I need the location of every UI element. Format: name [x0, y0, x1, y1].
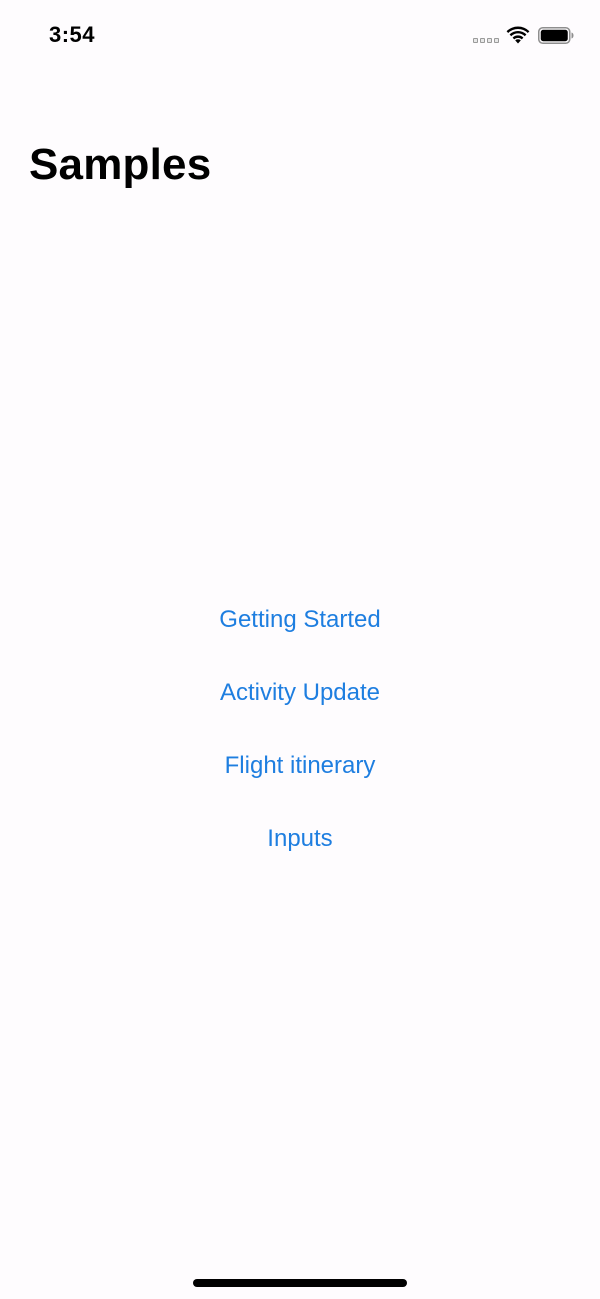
cellular-signal-icon — [473, 38, 501, 44]
activity-update-link[interactable]: Activity Update — [220, 673, 380, 746]
status-bar: 3:54 — [0, 0, 600, 72]
inputs-link[interactable]: Inputs — [267, 819, 332, 892]
flight-itinerary-link[interactable]: Flight itinerary — [225, 746, 376, 819]
battery-icon — [538, 27, 574, 44]
status-time: 3:54 — [49, 22, 96, 47]
app-screen: 3:54 Samples Getting Started Activity Up… — [0, 0, 600, 1299]
samples-menu: Getting Started Activity Update Flight i… — [0, 600, 600, 892]
getting-started-link[interactable]: Getting Started — [219, 600, 380, 673]
page-title: Samples — [29, 140, 212, 189]
home-indicator[interactable] — [193, 1279, 407, 1287]
wifi-icon — [506, 26, 530, 44]
